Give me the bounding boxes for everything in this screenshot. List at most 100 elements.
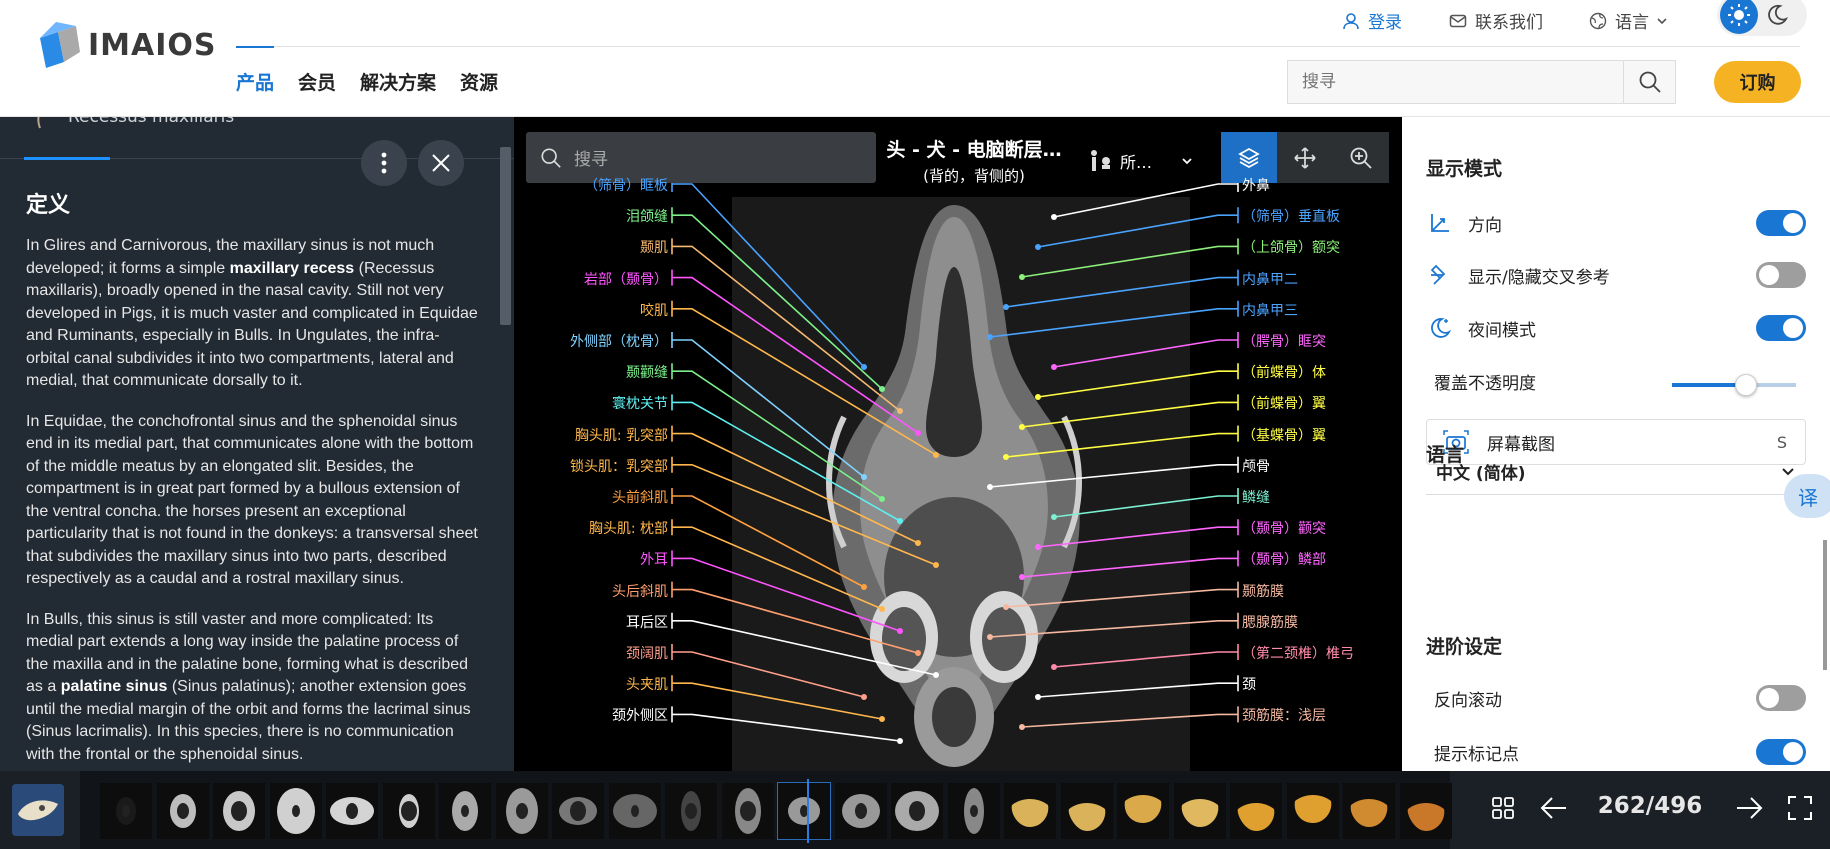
term-tab-title[interactable]: Recessus maxillaris: [68, 117, 234, 127]
slice-thumbnail[interactable]: [326, 783, 378, 839]
structure-label-left[interactable]: 外耳: [640, 549, 668, 569]
structure-label-left[interactable]: 头前斜肌: [612, 487, 668, 507]
structure-marker[interactable]: [897, 738, 903, 744]
structure-label-left[interactable]: 颞肌: [640, 237, 668, 257]
slice-thumbnail-strip[interactable]: [80, 771, 1452, 849]
structure-marker[interactable]: [879, 496, 885, 502]
slice-thumbnail[interactable]: [552, 783, 604, 839]
structure-marker[interactable]: [1035, 244, 1041, 250]
structure-label-right[interactable]: （前蝶骨）翼: [1242, 393, 1326, 413]
module-title[interactable]: 头 - 犬 - 电脑断层… (背的，背侧的): [874, 135, 1074, 186]
next-slice-button[interactable]: [1735, 795, 1763, 825]
structure-label-left[interactable]: 岩部（颞骨）: [584, 269, 668, 289]
structure-label-right[interactable]: （颞骨）颧突: [1242, 518, 1326, 538]
structure-label-left[interactable]: 胸头肌: 枕部: [589, 518, 668, 538]
reverse-scroll-toggle[interactable]: [1756, 685, 1806, 711]
structure-marker[interactable]: [1035, 694, 1041, 700]
structure-label-right[interactable]: （第二颈椎）椎弓: [1242, 643, 1354, 663]
nav-products[interactable]: 产品: [236, 46, 275, 95]
zoom-button[interactable]: [1333, 132, 1389, 183]
structure-label-right[interactable]: 外鼻: [1242, 175, 1270, 195]
fullscreen-button[interactable]: [1787, 795, 1813, 825]
structure-label-right[interactable]: 内鼻甲三: [1242, 300, 1298, 320]
structure-marker[interactable]: [987, 334, 993, 340]
site-search-button[interactable]: [1623, 61, 1675, 103]
opacity-slider[interactable]: [1672, 374, 1796, 396]
orientation-toggle[interactable]: [1756, 210, 1806, 236]
structure-label-left[interactable]: 胸头肌: 乳突部: [575, 425, 668, 445]
slice-thumbnail[interactable]: [1230, 783, 1282, 839]
slice-thumbnail[interactable]: [382, 783, 435, 839]
structure-label-right[interactable]: 腮腺筋膜: [1242, 612, 1298, 632]
structure-label-right[interactable]: （前蝶骨）体: [1242, 362, 1326, 382]
structure-marker[interactable]: [1051, 664, 1057, 670]
structure-label-right[interactable]: （筛骨）垂直板: [1242, 206, 1340, 226]
structure-label-left[interactable]: 颞颧缝: [626, 362, 668, 382]
structure-marker[interactable]: [915, 430, 921, 436]
slice-thumbnail[interactable]: [1004, 783, 1056, 839]
structure-label-left[interactable]: 头后斜肌: [612, 581, 668, 601]
structure-marker[interactable]: [1051, 514, 1057, 520]
slice-thumbnail[interactable]: [156, 783, 209, 839]
structure-marker[interactable]: [933, 672, 939, 678]
language-dropdown[interactable]: 语言: [1589, 8, 1669, 33]
slice-thumbnail[interactable]: [777, 782, 831, 840]
structure-label-left[interactable]: 头夹肌: [626, 674, 668, 694]
nav-solutions[interactable]: 解决方案: [360, 68, 436, 95]
night-mode-toggle[interactable]: [1756, 315, 1806, 341]
slice-thumbnail[interactable]: [1399, 783, 1452, 839]
structure-marker[interactable]: [1019, 574, 1025, 580]
subscribe-button[interactable]: 订购: [1714, 61, 1801, 103]
structure-marker[interactable]: [1019, 274, 1025, 280]
site-search-input[interactable]: [1288, 61, 1623, 103]
structure-marker[interactable]: [879, 386, 885, 392]
series-selector[interactable]: 所…: [1086, 147, 1194, 175]
structure-label-left[interactable]: 耳后区: [626, 612, 668, 632]
imaios-logo[interactable]: IMAIOS: [36, 22, 217, 68]
structure-label-left[interactable]: 颈外侧区: [612, 705, 668, 725]
structure-marker[interactable]: [915, 650, 921, 656]
structure-label-left[interactable]: 外侧部（枕骨）: [570, 331, 668, 351]
slice-thumbnail[interactable]: [834, 783, 887, 839]
previous-slice-button[interactable]: [1540, 795, 1568, 825]
structure-marker[interactable]: [861, 474, 867, 480]
slice-thumbnail[interactable]: [1060, 783, 1113, 839]
nav-resources[interactable]: 资源: [460, 68, 498, 95]
contact-link[interactable]: 联系我们: [1449, 8, 1543, 33]
structure-marker[interactable]: [1051, 214, 1057, 220]
structure-label-right[interactable]: （上颌骨）额突: [1242, 237, 1340, 257]
cross-ref-toggle[interactable]: [1756, 262, 1806, 288]
close-panel-button[interactable]: [418, 140, 464, 186]
structure-label-right[interactable]: 颈: [1242, 674, 1256, 694]
module-thumbnail[interactable]: [12, 784, 64, 836]
slice-thumbnail[interactable]: [495, 783, 548, 839]
slice-thumbnail[interactable]: [721, 783, 774, 839]
structure-label-right[interactable]: （颞骨）鳞部: [1242, 549, 1326, 569]
structure-marker[interactable]: [861, 694, 867, 700]
structure-search[interactable]: 搜寻: [526, 132, 876, 183]
opacity-slider-handle[interactable]: [1735, 374, 1758, 396]
structure-label-left[interactable]: 锁头肌：乳突部: [570, 456, 668, 476]
slice-thumbnail[interactable]: [1343, 783, 1395, 839]
structure-marker[interactable]: [1003, 604, 1009, 610]
structure-marker[interactable]: [897, 518, 903, 524]
structure-marker[interactable]: [897, 628, 903, 634]
structure-marker[interactable]: [879, 716, 885, 722]
structure-marker[interactable]: [1035, 394, 1041, 400]
structure-marker[interactable]: [987, 634, 993, 640]
slice-thumbnail[interactable]: [608, 783, 661, 839]
structure-label-right[interactable]: 鳞缝: [1242, 487, 1270, 507]
light-theme-button[interactable]: [1720, 0, 1758, 34]
language-select[interactable]: 中文 (简体): [1426, 449, 1806, 495]
slice-thumbnail[interactable]: [1117, 783, 1169, 839]
more-options-button[interactable]: [361, 140, 407, 186]
structure-marker[interactable]: [1003, 304, 1009, 310]
slice-thumbnail[interactable]: [213, 783, 265, 839]
slice-thumbnail[interactable]: [1173, 783, 1226, 839]
panel-scrollbar[interactable]: [500, 147, 511, 325]
structure-label-right[interactable]: 内鼻甲二: [1242, 269, 1298, 289]
structure-marker[interactable]: [1019, 424, 1025, 430]
translate-button[interactable]: 译: [1784, 474, 1830, 518]
slice-thumbnail[interactable]: [1286, 783, 1339, 839]
structure-label-right[interactable]: 颈筋膜：浅层: [1242, 705, 1326, 725]
